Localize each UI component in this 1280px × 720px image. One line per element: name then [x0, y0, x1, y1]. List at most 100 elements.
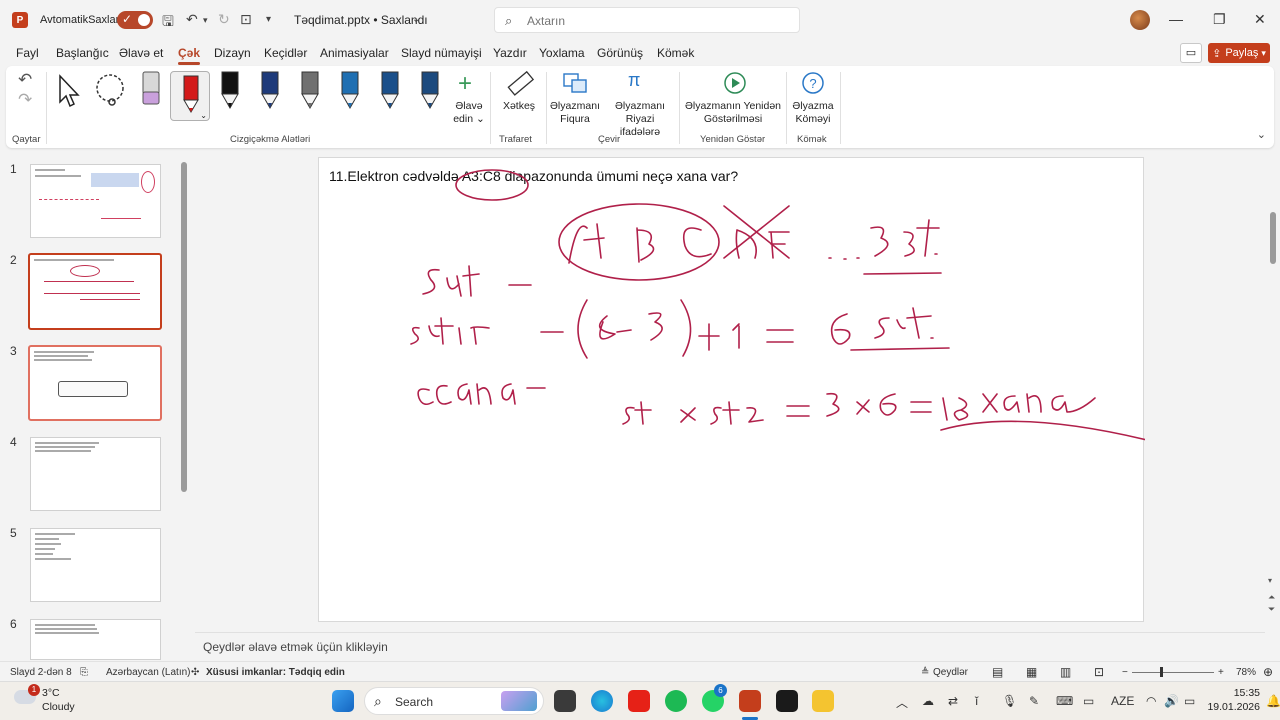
document-title[interactable]: Təqdimat.pptx • Saxlandı — [294, 13, 428, 27]
powerpoint-taskbar-icon[interactable] — [739, 690, 761, 712]
tab-transitions[interactable]: Keçidlər — [264, 46, 307, 60]
tab-help[interactable]: Kömək — [657, 46, 694, 60]
proofing-icon[interactable]: ⎘ — [80, 667, 88, 678]
tab-slideshow[interactable]: Slayd nümayişi — [401, 46, 482, 60]
terminal-app-icon[interactable] — [776, 690, 798, 712]
avatar[interactable] — [1130, 10, 1150, 30]
notes-pane[interactable]: Qeydlər əlavə etmək üçün klikləyin — [195, 632, 1265, 660]
slide-scrollbar[interactable] — [1268, 152, 1278, 612]
autosave-toggle[interactable]: ✓ — [117, 11, 153, 29]
zoom-out-icon[interactable]: − — [1122, 667, 1128, 678]
youtube-icon[interactable] — [628, 690, 650, 712]
slide-thumbnail-5[interactable] — [30, 528, 161, 602]
tab-home[interactable]: Başlanğıc — [56, 46, 109, 60]
prev-slide-icon[interactable]: ⏶ — [1268, 592, 1275, 603]
pen-6-icon[interactable] — [421, 71, 439, 110]
tab-review[interactable]: Yoxlama — [539, 46, 585, 60]
pen-4-icon[interactable] — [341, 71, 359, 110]
tab-insert[interactable]: Əlavə et — [119, 46, 163, 60]
save-icon[interactable]: 🖫 — [162, 11, 174, 35]
notes-placeholder[interactable]: Qeydlər əlavə etmək üçün klikləyin — [203, 640, 388, 654]
ink-replay-button[interactable]: Əlyazmanın Yenidən Göstərilməsi — [682, 70, 784, 130]
zoom-slider[interactable] — [1132, 672, 1214, 673]
ribbon-collapse-icon[interactable]: ⌄ — [1257, 128, 1266, 141]
slide-thumbnail-6[interactable] — [30, 619, 161, 660]
search-box[interactable]: ⌕ — [494, 7, 800, 33]
ruler-button[interactable]: Xətkeş — [496, 70, 542, 130]
share-button[interactable]: ⇪ Paylaş ▾ — [1208, 43, 1270, 63]
thumbnail-scrollbar[interactable] — [180, 152, 188, 660]
reading-view-icon[interactable]: ▥ — [1060, 665, 1071, 679]
ink-to-shape-button[interactable]: Əlyazmanı Fiqura — [546, 70, 604, 130]
ink-help-button[interactable]: ? Əlyazma Köməyi — [788, 70, 838, 130]
tab-design[interactable]: Dizayn — [214, 46, 251, 60]
lasso-select-icon[interactable] — [92, 72, 128, 108]
scroll-down-icon[interactable]: ▾ — [1268, 576, 1272, 585]
notes-button[interactable]: Qeydlər — [933, 667, 968, 678]
tab-draw[interactable]: Çək — [178, 46, 201, 65]
taskbar-search[interactable]: ⌕ Search — [364, 687, 544, 715]
pen-gallery[interactable] — [216, 70, 456, 116]
redo-icon[interactable]: ↷ — [18, 90, 32, 110]
normal-view-icon[interactable]: ▤ — [992, 665, 1003, 679]
redo-icon[interactable]: ↻ — [218, 11, 230, 28]
pen-1-icon[interactable] — [221, 71, 239, 110]
clock[interactable]: 15:35 19.01.2026 — [1207, 686, 1260, 714]
spotify-icon[interactable] — [665, 690, 687, 712]
display-icon[interactable]: ▭ — [1083, 694, 1094, 708]
pen-red-selected[interactable]: ⌄ — [170, 71, 210, 121]
search-input[interactable] — [527, 12, 787, 30]
slide-thumbnail-1[interactable] — [30, 164, 161, 238]
whatsapp-icon[interactable]: 6 — [702, 684, 727, 712]
minimize-icon[interactable]: — — [1169, 11, 1183, 27]
restore-icon[interactable]: ❐ — [1213, 11, 1226, 28]
tab-view[interactable]: Görünüş — [597, 46, 643, 60]
volume-icon[interactable]: 🔊 — [1164, 694, 1179, 708]
pen-2-icon[interactable] — [261, 71, 279, 110]
tab-file[interactable]: Fayl — [16, 46, 39, 60]
ink-to-math-button[interactable]: π Əlyazmanı Riyazi ifadələrə — [606, 70, 674, 138]
pen-3-icon[interactable] — [301, 71, 319, 110]
windows-start-icon[interactable] — [332, 690, 354, 712]
folder-icon[interactable] — [812, 690, 834, 712]
wifi-icon[interactable]: ◠ — [1146, 694, 1156, 708]
zoom-slider-thumb[interactable] — [1160, 667, 1163, 677]
handwritten-ink-layer[interactable] — [319, 158, 1145, 623]
eraser-icon[interactable] — [140, 70, 162, 108]
undo-icon[interactable]: ↶ — [186, 11, 198, 28]
zoom-in-icon[interactable]: + — [1218, 667, 1224, 678]
notification-bell-icon[interactable]: 🔔 — [1266, 694, 1280, 708]
pen-5-icon[interactable] — [381, 71, 399, 110]
undo-dropdown-icon[interactable]: ▾ — [203, 15, 208, 26]
battery-icon[interactable]: ▭ — [1184, 694, 1195, 708]
settings-tray-icon[interactable]: ⇄ — [948, 694, 958, 708]
input-language[interactable]: AZE — [1111, 694, 1134, 708]
cloud-sync-icon[interactable]: ☁ — [922, 694, 934, 708]
slide-thumbnail-2[interactable] — [28, 253, 162, 330]
select-tool-icon[interactable] — [56, 74, 82, 108]
customize-toolbar-icon[interactable]: ▾ — [266, 14, 271, 25]
undo-icon[interactable]: ↶ — [18, 70, 32, 90]
accessibility-status[interactable]: Xüsusi imkanlar: Tədqiq edin — [206, 667, 345, 678]
next-slide-icon[interactable]: ⏷ — [1268, 604, 1275, 615]
present-icon[interactable]: ⊡ — [240, 11, 252, 28]
edge-browser-icon[interactable] — [591, 690, 613, 712]
slide-thumbnail-4[interactable] — [30, 437, 161, 511]
slide-canvas[interactable]: 11.Elektron cədvəldə A3:C8 diapazonunda … — [318, 157, 1145, 623]
microphone-icon[interactable]: 🎙 — [1002, 694, 1017, 708]
slide-thumbnail-3[interactable] — [28, 345, 162, 421]
chevron-down-icon[interactable]: ⌄ — [412, 14, 420, 25]
comments-button[interactable]: ▭ — [1180, 43, 1202, 63]
file-explorer-icon[interactable] — [554, 690, 576, 712]
fit-slide-icon[interactable]: ⊕ — [1263, 665, 1273, 679]
language-status[interactable]: Azərbaycan (Latın) — [106, 667, 191, 678]
add-pen-button[interactable]: + Əlavə edin ⌄ — [452, 70, 485, 132]
slide-sorter-icon[interactable]: ▦ — [1026, 665, 1037, 679]
close-icon[interactable]: ✕ — [1254, 11, 1266, 28]
audio-app-icon[interactable]: ĭ — [975, 694, 978, 708]
zoom-level[interactable]: 78% — [1236, 667, 1256, 678]
keyboard-icon[interactable]: ⌨ — [1056, 694, 1073, 708]
tab-animations[interactable]: Animasiyalar — [320, 46, 389, 60]
slideshow-icon[interactable]: ⊡ — [1094, 665, 1104, 679]
tab-record[interactable]: Yazdır — [493, 46, 527, 60]
